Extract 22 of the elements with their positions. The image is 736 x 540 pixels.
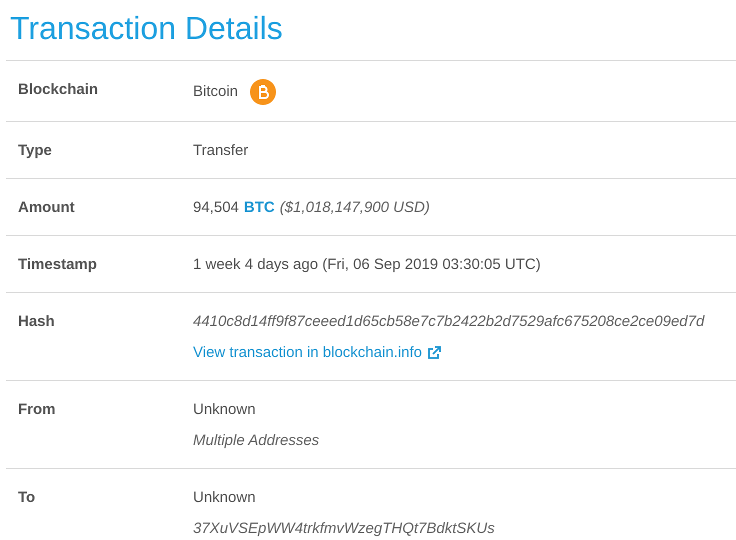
address-text: 37XuVSEpWW4trkfmvWzegTHQt7BdktSKUs [193,519,495,539]
field-label: Timestamp [17,255,98,275]
field-label: Type [17,141,53,161]
field-label: To [17,488,36,508]
field-label: Amount [17,198,76,218]
value-text: Bitcoin [193,82,238,102]
field-label: Blockchain [17,80,100,100]
explorer-link[interactable]: View transaction in blockchain.info [193,342,442,364]
hash-text: 4410c8d14ff9f87ceeed1d65cb58e7c7b2422b2d7529afc675208ce2ce09ed7d [193,312,704,332]
amount-text: 94,504 [193,198,239,218]
external-link-icon [427,346,442,360]
fiat-value: ($1,018,147,900 USD) [280,198,430,218]
field-label: From [17,400,56,420]
value-text: 1 week 4 days ago (Fri, 06 Sep 2019 03:30:05 UTC) [193,255,541,275]
value-text: Unknown [193,488,256,508]
page-title: Transaction Details [9,9,284,44]
value-text: Transfer [193,141,248,161]
currency-unit: BTC [244,198,275,218]
bitcoin-icon [250,79,276,105]
address-text: Multiple Addresses [193,431,320,451]
value-text: Unknown [193,400,256,420]
field-label: Hash [17,312,56,332]
